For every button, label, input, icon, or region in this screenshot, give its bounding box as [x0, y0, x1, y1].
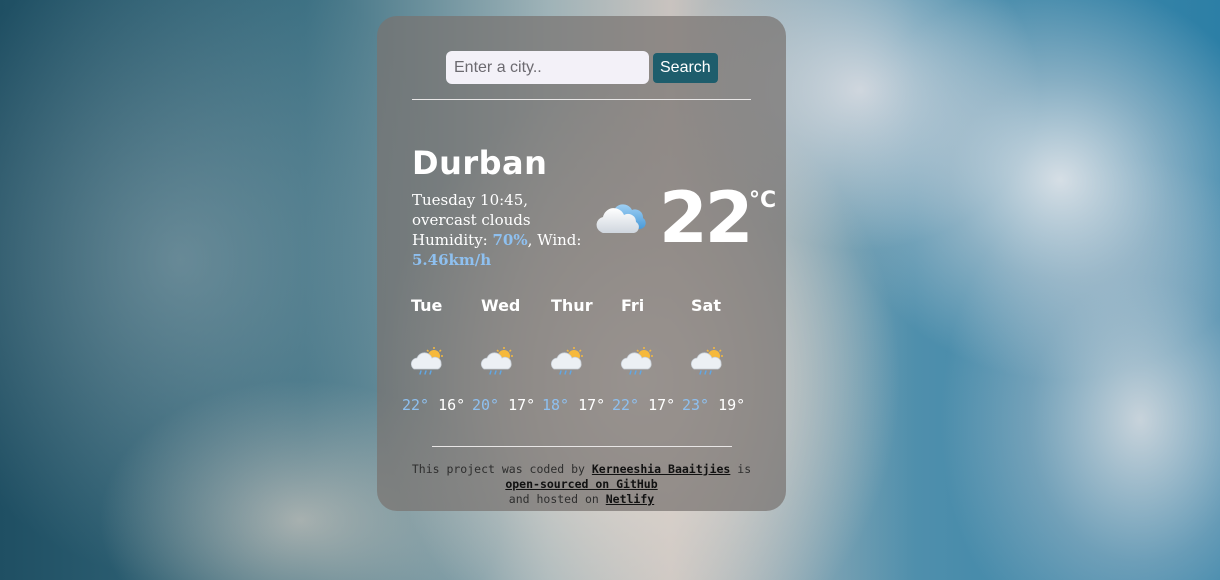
current-temperature: 22: [659, 177, 753, 259]
humidity-value: 70%: [492, 231, 528, 249]
forecast-min: 17°: [578, 396, 606, 414]
sun-rain-cloud-icon: [410, 346, 444, 375]
netlify-link[interactable]: Netlify: [606, 492, 654, 506]
divider: [432, 446, 732, 447]
forecast-max: 20°: [472, 396, 500, 414]
forecast-max: 23°: [682, 396, 710, 414]
forecast-day-name: Wed: [481, 296, 521, 315]
forecast-day-name: Sat: [691, 296, 721, 315]
sun-rain-cloud-icon: [690, 346, 724, 375]
search-button[interactable]: Search: [653, 53, 718, 83]
footer-suffix: and hosted on: [508, 492, 599, 506]
day-time: Tuesday 10:45: [412, 191, 524, 209]
wind-label: Wind:: [537, 231, 582, 249]
humidity-label: Humidity:: [412, 231, 488, 249]
forecast-temps: 18° 17°: [542, 396, 605, 414]
city-search-input[interactable]: [446, 51, 649, 84]
weather-description: overcast clouds: [412, 211, 531, 229]
github-link[interactable]: open-sourced on GitHub: [505, 477, 657, 491]
forecast-min: 17°: [648, 396, 676, 414]
footer: This project was coded by Kerneeshia Baa…: [397, 462, 766, 507]
weather-card: Search Durban Tuesday 10:45, overcast cl…: [377, 16, 786, 511]
forecast-max: 18°: [542, 396, 570, 414]
footer-mid: is: [737, 462, 752, 476]
forecast-min: 17°: [508, 396, 536, 414]
temperature-unit: °C: [749, 188, 777, 213]
search-form: Search: [446, 51, 718, 84]
forecast-temps: 22° 16°: [402, 396, 465, 414]
cloud-icon: [596, 204, 646, 233]
forecast-temps: 23° 19°: [682, 396, 745, 414]
wind-value: 5.46km/h: [412, 251, 492, 269]
forecast-temps: 22° 17°: [612, 396, 675, 414]
divider: [412, 99, 751, 100]
forecast-day-name: Thur: [551, 296, 593, 315]
forecast-day-name: Tue: [411, 296, 443, 315]
forecast-max: 22°: [612, 396, 640, 414]
sun-rain-cloud-icon: [480, 346, 514, 375]
city-name: Durban: [412, 144, 548, 182]
forecast-temps: 20° 17°: [472, 396, 535, 414]
forecast-max: 22°: [402, 396, 430, 414]
forecast-day-name: Fri: [621, 296, 645, 315]
author-link[interactable]: Kerneeshia Baaitjies: [592, 462, 730, 476]
sun-rain-cloud-icon: [620, 346, 654, 375]
footer-prefix: This project was coded by: [411, 462, 585, 476]
current-details: Tuesday 10:45, overcast clouds Humidity:…: [412, 191, 582, 269]
forecast-min: 19°: [718, 396, 746, 414]
forecast-min: 16°: [438, 396, 466, 414]
forecast: Tue 22° 16° Wed 20° 17° Thur 18° 17° Fri…: [402, 296, 762, 426]
sun-rain-cloud-icon: [550, 346, 584, 375]
